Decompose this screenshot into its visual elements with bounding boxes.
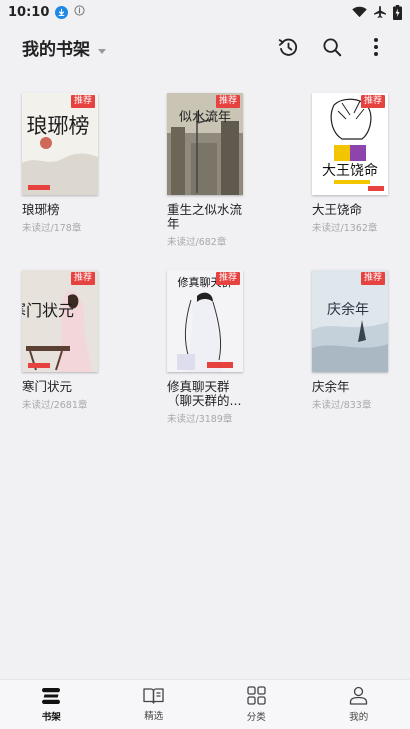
download-notification-icon bbox=[55, 5, 69, 19]
book-cover[interactable]: 庆余年 推荐 bbox=[312, 270, 388, 372]
airplane-mode-icon bbox=[373, 5, 387, 19]
recommend-badge: 推荐 bbox=[70, 272, 95, 285]
page-title[interactable]: 我的书架 bbox=[22, 35, 90, 60]
info-notification-icon bbox=[74, 4, 85, 20]
nav-label-featured: 精选 bbox=[144, 711, 164, 722]
book-cover[interactable]: 琅琊榜 推荐 bbox=[22, 93, 98, 195]
bookshelf-icon bbox=[42, 687, 61, 704]
cover-title-text: 大王饶命 bbox=[322, 162, 378, 179]
nav-item-categories[interactable]: 分类 bbox=[205, 680, 308, 729]
status-bar: 10:10 bbox=[0, 0, 410, 24]
nav-item-bookshelf[interactable]: 书架 bbox=[0, 680, 103, 729]
recommend-badge: 推荐 bbox=[215, 272, 240, 285]
book-progress: 未读过/2681章 bbox=[22, 400, 88, 411]
book-title[interactable]: 寒门状元 bbox=[22, 380, 102, 394]
cover-title-text: 寒门状元 bbox=[22, 301, 74, 320]
nav-item-profile[interactable]: 我的 bbox=[308, 680, 410, 729]
book-item[interactable]: 琅琊榜 推荐 琅琊榜 未读过/178章 bbox=[22, 93, 102, 248]
recommend-badge: 推荐 bbox=[70, 95, 95, 108]
book-cover[interactable]: 修真聊天群 推荐 bbox=[167, 270, 243, 372]
more-vertical-icon bbox=[374, 38, 378, 56]
header-bar: 我的书架 bbox=[0, 28, 410, 66]
book-progress: 未读过/682章 bbox=[167, 237, 227, 248]
book-cover-art: 修真聊天群 bbox=[167, 270, 243, 372]
book-cover-art: 寒门状元 bbox=[22, 270, 98, 372]
book-title[interactable]: 修真聊天群（聊天群的... bbox=[167, 380, 247, 408]
book-cover-art: 大王饶命 bbox=[312, 93, 388, 195]
book-progress: 未读过/178章 bbox=[22, 223, 82, 234]
bottom-navigation: 书架 精选 分类 我的 bbox=[0, 679, 410, 729]
book-progress: 未读过/833章 bbox=[312, 400, 372, 411]
book-cover-art: 似水流年 bbox=[167, 93, 243, 195]
recommend-badge: 推荐 bbox=[360, 272, 385, 285]
status-time: 10:10 bbox=[8, 4, 50, 20]
book-title[interactable]: 重生之似水流年 bbox=[167, 203, 247, 231]
book-cover[interactable]: 寒门状元 推荐 bbox=[22, 270, 98, 372]
nav-label-profile: 我的 bbox=[349, 712, 369, 723]
nav-label-bookshelf: 书架 bbox=[41, 711, 61, 723]
history-button[interactable] bbox=[276, 35, 300, 59]
recommend-badge: 推荐 bbox=[360, 95, 385, 108]
open-book-icon bbox=[143, 688, 164, 704]
book-item[interactable]: 寒门状元 推荐 寒门状元 未读过/2681章 bbox=[22, 270, 102, 425]
nav-label-categories: 分类 bbox=[246, 712, 266, 723]
nav-item-featured[interactable]: 精选 bbox=[103, 680, 206, 729]
book-progress: 未读过/3189章 bbox=[167, 414, 233, 425]
more-options-button[interactable] bbox=[364, 35, 388, 59]
search-icon bbox=[323, 38, 342, 57]
grid-icon bbox=[247, 686, 266, 705]
bookshelf-grid: 琅琊榜 推荐 琅琊榜 未读过/178章 似水流年 推荐 重生之似水流年 未读过/… bbox=[22, 93, 392, 425]
battery-charging-icon bbox=[393, 4, 402, 20]
book-item[interactable]: 修真聊天群 推荐 修真聊天群（聊天群的... 未读过/3189章 bbox=[167, 270, 247, 425]
book-item[interactable]: 大王饶命 推荐 大王饶命 未读过/1362章 bbox=[312, 93, 392, 248]
search-button[interactable] bbox=[320, 35, 344, 59]
cover-title-text: 似水流年 bbox=[179, 110, 231, 125]
caret-down-icon[interactable] bbox=[98, 39, 106, 58]
wifi-icon bbox=[352, 6, 367, 18]
history-icon bbox=[278, 38, 297, 56]
book-cover[interactable]: 似水流年 推荐 bbox=[167, 93, 243, 195]
book-title[interactable]: 琅琊榜 bbox=[22, 203, 102, 217]
book-title[interactable]: 庆余年 bbox=[312, 380, 392, 394]
book-cover-art: 庆余年 bbox=[312, 270, 388, 372]
cover-title-text: 琅琊榜 bbox=[27, 114, 90, 138]
book-item[interactable]: 庆余年 推荐 庆余年 未读过/833章 bbox=[312, 270, 392, 425]
book-title[interactable]: 大王饶命 bbox=[312, 203, 392, 217]
cover-title-text: 庆余年 bbox=[327, 301, 369, 318]
recommend-badge: 推荐 bbox=[215, 95, 240, 108]
book-progress: 未读过/1362章 bbox=[312, 223, 378, 234]
book-cover[interactable]: 大王饶命 推荐 bbox=[312, 93, 388, 195]
book-item[interactable]: 似水流年 推荐 重生之似水流年 未读过/682章 bbox=[167, 93, 247, 248]
user-icon bbox=[350, 686, 368, 705]
book-cover-art: 琅琊榜 bbox=[22, 93, 98, 195]
